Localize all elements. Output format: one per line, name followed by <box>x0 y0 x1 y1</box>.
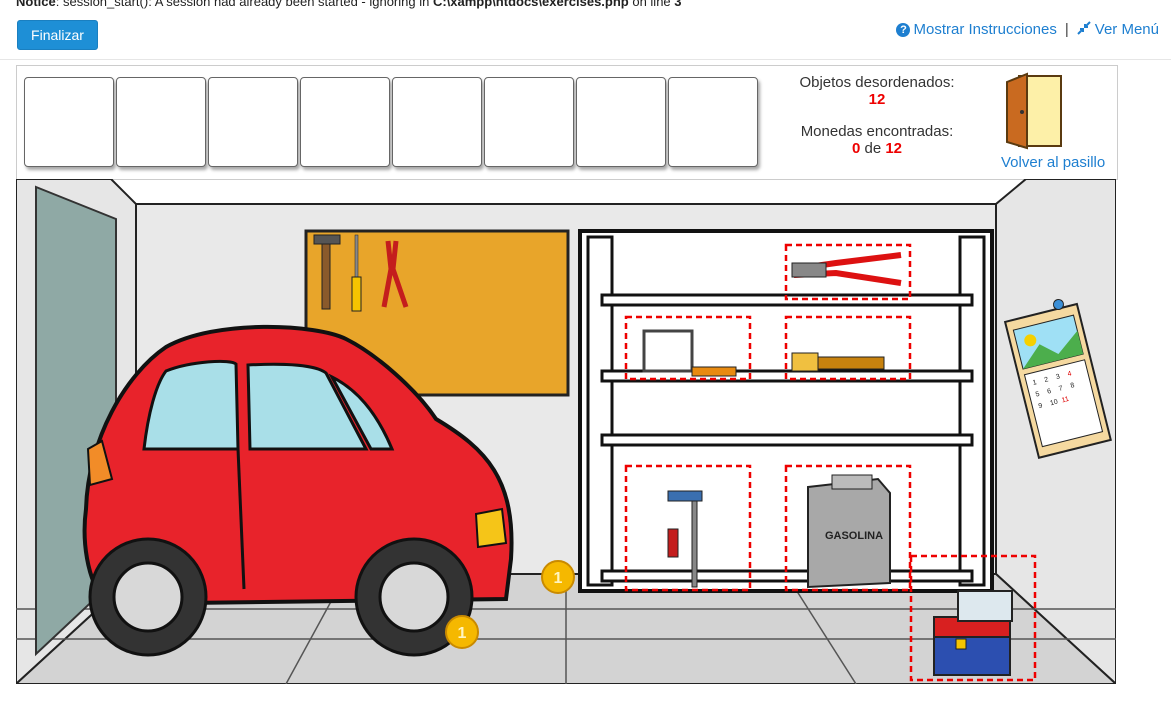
back-to-hallway-link[interactable]: Volver al pasillo <box>1001 154 1105 171</box>
gold-coin[interactable]: 1 <box>445 615 479 649</box>
coins-total: 12 <box>885 140 903 157</box>
notice-message: : session_start(): A session had already… <box>55 0 433 9</box>
link-separator: | <box>1064 21 1069 38</box>
inventory-slot[interactable] <box>392 77 482 167</box>
door-icon[interactable] <box>1005 72 1065 150</box>
header-divider <box>0 59 1171 60</box>
coin-value: 1 <box>554 570 563 587</box>
top-links: ? Mostrar Instrucciones | Ver Menú <box>896 21 1159 38</box>
finish-button[interactable]: Finalizar <box>17 20 98 50</box>
coins-of: de <box>864 140 882 157</box>
coin-value: 1 <box>458 625 467 642</box>
compress-arrows-icon <box>1077 21 1091 35</box>
objects-label: Objetos desordenados: <box>799 74 955 91</box>
notice-line-text: on line <box>628 0 675 9</box>
instructions-label: Mostrar Instrucciones <box>913 21 1057 38</box>
notice-file: C:\xampp\htdocs\exercises.php <box>432 0 629 9</box>
inventory-slot[interactable] <box>24 77 114 167</box>
objects-count: 12 <box>868 91 886 108</box>
show-instructions-link[interactable]: ? Mostrar Instrucciones <box>896 21 1057 38</box>
inventory-slot[interactable] <box>300 77 390 167</box>
php-notice: Notice: session_start(): A session had a… <box>16 0 682 9</box>
inventory-slot[interactable] <box>576 77 666 167</box>
coins-found: 0 <box>851 140 861 157</box>
fuel-can-label: GASOLINA <box>825 530 883 542</box>
inventory-slot[interactable] <box>116 77 206 167</box>
objects-stat: Objetos desordenados: 12 <box>787 74 967 108</box>
menu-label: Ver Menú <box>1094 21 1159 38</box>
inventory-slot[interactable] <box>484 77 574 167</box>
notice-line: 3 <box>674 0 682 9</box>
view-menu-link[interactable]: Ver Menú <box>1077 21 1159 38</box>
inventory-slot[interactable] <box>668 77 758 167</box>
coins-label: Monedas encontradas: <box>800 123 954 140</box>
coins-stat: Monedas encontradas: 0 de 12 <box>787 123 967 157</box>
garage-scene: GASOLINA 1 2 3 4 5 6 7 8 9 10 11 1 1 <box>16 179 1116 684</box>
gold-coin[interactable]: 1 <box>541 560 575 594</box>
inventory-panel: Objetos desordenados: 12 Monedas encontr… <box>16 65 1118 180</box>
question-circle-icon: ? <box>896 23 911 37</box>
notice-label: Notice <box>16 0 56 9</box>
inventory-slot[interactable] <box>208 77 298 167</box>
